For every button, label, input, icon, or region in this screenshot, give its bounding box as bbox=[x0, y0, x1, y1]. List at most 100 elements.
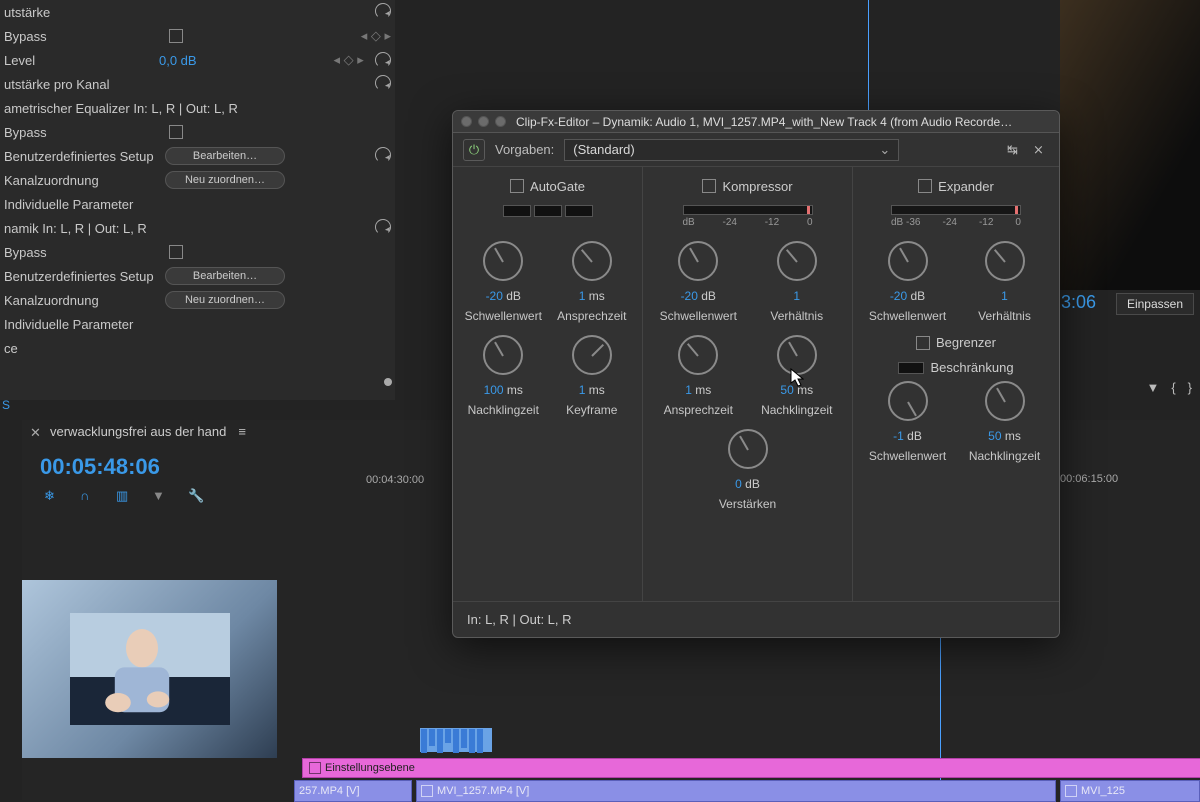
section-title: AutoGate bbox=[530, 179, 585, 194]
wrench-icon[interactable]: 🔧 bbox=[188, 488, 206, 506]
traffic-close-icon[interactable] bbox=[461, 116, 472, 127]
bracket-in-icon[interactable]: { bbox=[1171, 380, 1175, 400]
release-knob[interactable] bbox=[483, 335, 523, 375]
reset-icon[interactable] bbox=[375, 75, 391, 91]
threshold-knob[interactable] bbox=[483, 241, 523, 281]
knob-label: Nachklingzeit bbox=[468, 403, 539, 417]
param-label: utstärke pro Kanal bbox=[4, 77, 159, 92]
knob-label: Ansprechzeit bbox=[664, 403, 733, 417]
section-title: Expander bbox=[938, 179, 994, 194]
threshold-knob[interactable] bbox=[888, 381, 928, 421]
window-title: Clip-Fx-Editor – Dynamik: Audio 1, MVI_1… bbox=[516, 115, 1051, 129]
attack-knob[interactable] bbox=[678, 335, 718, 375]
fx-badge-icon bbox=[1065, 785, 1077, 797]
threshold-knob[interactable] bbox=[678, 241, 718, 281]
keyframe-nav[interactable]: ◂ ◇ ▸ bbox=[334, 52, 392, 68]
reset-icon[interactable] bbox=[375, 147, 391, 163]
magnet-icon[interactable]: ∩ bbox=[80, 488, 98, 506]
io-routing-label: In: L, R | Out: L, R bbox=[467, 612, 572, 627]
param-label: ce bbox=[4, 341, 159, 356]
param-label: Bypass bbox=[4, 125, 159, 140]
video-clip[interactable]: MVI_125 bbox=[1060, 780, 1200, 802]
level-value[interactable]: 0,0 dB bbox=[159, 53, 314, 68]
fit-button[interactable]: Einpassen bbox=[1116, 293, 1194, 315]
param-label: Benutzerdefiniertes Setup bbox=[4, 149, 159, 164]
keyframe-nav[interactable]: ◂ ◇ ▸ bbox=[361, 28, 391, 44]
param-label: utstärke bbox=[4, 5, 159, 20]
reset-icon[interactable] bbox=[375, 3, 391, 19]
close-icon[interactable]: ✕ bbox=[30, 425, 42, 437]
linked-selection-icon[interactable]: ▥ bbox=[116, 488, 134, 506]
video-thumbnail bbox=[22, 580, 277, 758]
ruler-tick: 00:04:30:00 bbox=[366, 474, 424, 486]
compressor-section: Kompressor dB-24-120 -20 dBSchwellenwert… bbox=[643, 167, 853, 601]
bracket-out-icon[interactable]: } bbox=[1188, 380, 1192, 400]
panel-menu-icon[interactable]: ≡ bbox=[238, 424, 246, 439]
edit-button[interactable]: Bearbeiten… bbox=[165, 147, 285, 165]
sidechain-icon[interactable]: ↹ bbox=[1007, 142, 1023, 158]
marker-icon[interactable]: ▼ bbox=[152, 488, 170, 506]
ratio-knob[interactable] bbox=[985, 241, 1025, 281]
effect-controls-panel: utstärke Bypass◂ ◇ ▸ Level0,0 dB◂ ◇ ▸ ut… bbox=[0, 0, 395, 400]
knob-label: Schwellenwert bbox=[660, 309, 737, 323]
param-label: Kanalzuordnung bbox=[4, 173, 159, 188]
release-knob[interactable] bbox=[985, 381, 1025, 421]
program-playhead bbox=[868, 0, 869, 110]
program-timecode[interactable]: 3:06 bbox=[1061, 292, 1096, 313]
autogate-checkbox[interactable] bbox=[510, 179, 524, 193]
bypass-checkbox[interactable] bbox=[169, 29, 183, 43]
video-clip[interactable]: 257.MP4 [V] bbox=[294, 780, 412, 802]
gate-status-leds bbox=[503, 205, 593, 217]
window-titlebar[interactable]: Clip-Fx-Editor – Dynamik: Audio 1, MVI_1… bbox=[453, 111, 1059, 133]
threshold-knob[interactable] bbox=[888, 241, 928, 281]
knob-label: Schwellenwert bbox=[465, 309, 542, 323]
marker-icon[interactable]: ▼ bbox=[1146, 380, 1159, 400]
effect-name: ametrischer Equalizer In: L, R | Out: L,… bbox=[4, 101, 391, 116]
bypass-checkbox[interactable] bbox=[169, 245, 183, 259]
param-label: Individuelle Parameter bbox=[4, 197, 159, 212]
param-label: Bypass bbox=[4, 245, 159, 260]
knob-label: Nachklingzeit bbox=[969, 449, 1040, 463]
section-title: Begrenzer bbox=[936, 335, 996, 350]
knob-label: Verhältnis bbox=[770, 309, 823, 323]
bypass-checkbox[interactable] bbox=[169, 125, 183, 139]
limiter-checkbox[interactable] bbox=[916, 336, 930, 350]
param-label: Kanalzuordnung bbox=[4, 293, 159, 308]
traffic-min-icon[interactable] bbox=[478, 116, 489, 127]
remap-button[interactable]: Neu zuordnen… bbox=[165, 291, 285, 309]
expander-meter: dB -36-24-120 bbox=[891, 205, 1021, 228]
clip-fx-editor-window: Clip-Fx-Editor – Dynamik: Audio 1, MVI_1… bbox=[452, 110, 1060, 638]
knob-label: Nachklingzeit bbox=[761, 403, 832, 417]
ratio-knob[interactable] bbox=[777, 241, 817, 281]
knob-label: Schwellenwert bbox=[869, 449, 946, 463]
snap-icon[interactable]: ❄ bbox=[44, 488, 62, 506]
hold-knob[interactable] bbox=[572, 335, 612, 375]
knob-label: Verstärken bbox=[719, 497, 776, 511]
remap-button[interactable]: Neu zuordnen… bbox=[165, 171, 285, 189]
ruler-tick: 00:06:15:00 bbox=[1060, 470, 1200, 490]
preset-dropdown[interactable]: (Standard)⌄ bbox=[564, 139, 899, 161]
traffic-max-icon[interactable] bbox=[495, 116, 506, 127]
gain-reduction-meter: dB-24-120 bbox=[683, 205, 813, 228]
release-knob[interactable] bbox=[777, 335, 817, 375]
edit-button[interactable]: Bearbeiten… bbox=[165, 267, 285, 285]
compressor-checkbox[interactable] bbox=[702, 179, 716, 193]
sequence-name[interactable]: verwacklungsfrei aus der hand bbox=[50, 424, 226, 439]
expander-checkbox[interactable] bbox=[918, 179, 932, 193]
zoom-slider[interactable] bbox=[4, 380, 384, 390]
power-button[interactable]: ⏻ bbox=[463, 139, 485, 161]
limiter-restrict-label: Beschränkung bbox=[930, 360, 1013, 375]
row-indicator: S bbox=[0, 398, 10, 412]
expander-limiter-section: Expander dB -36-24-120 -20 dBSchwellenwe… bbox=[853, 167, 1059, 601]
limiter-indicator bbox=[898, 362, 924, 374]
adjustment-layer-clip[interactable]: Einstellungsebene bbox=[302, 758, 1200, 778]
audio-waveform-clip[interactable] bbox=[420, 728, 492, 752]
makeup-gain-knob[interactable] bbox=[728, 429, 768, 469]
reset-icon[interactable] bbox=[375, 52, 391, 68]
reset-icon[interactable] bbox=[375, 219, 391, 235]
effect-name: namik In: L, R | Out: L, R bbox=[4, 221, 375, 236]
video-clip[interactable]: MVI_1257.MP4 [V] bbox=[416, 780, 1056, 802]
attack-knob[interactable] bbox=[572, 241, 612, 281]
knob-label: Verhältnis bbox=[978, 309, 1031, 323]
close-icon[interactable]: ⨯ bbox=[1033, 142, 1049, 158]
